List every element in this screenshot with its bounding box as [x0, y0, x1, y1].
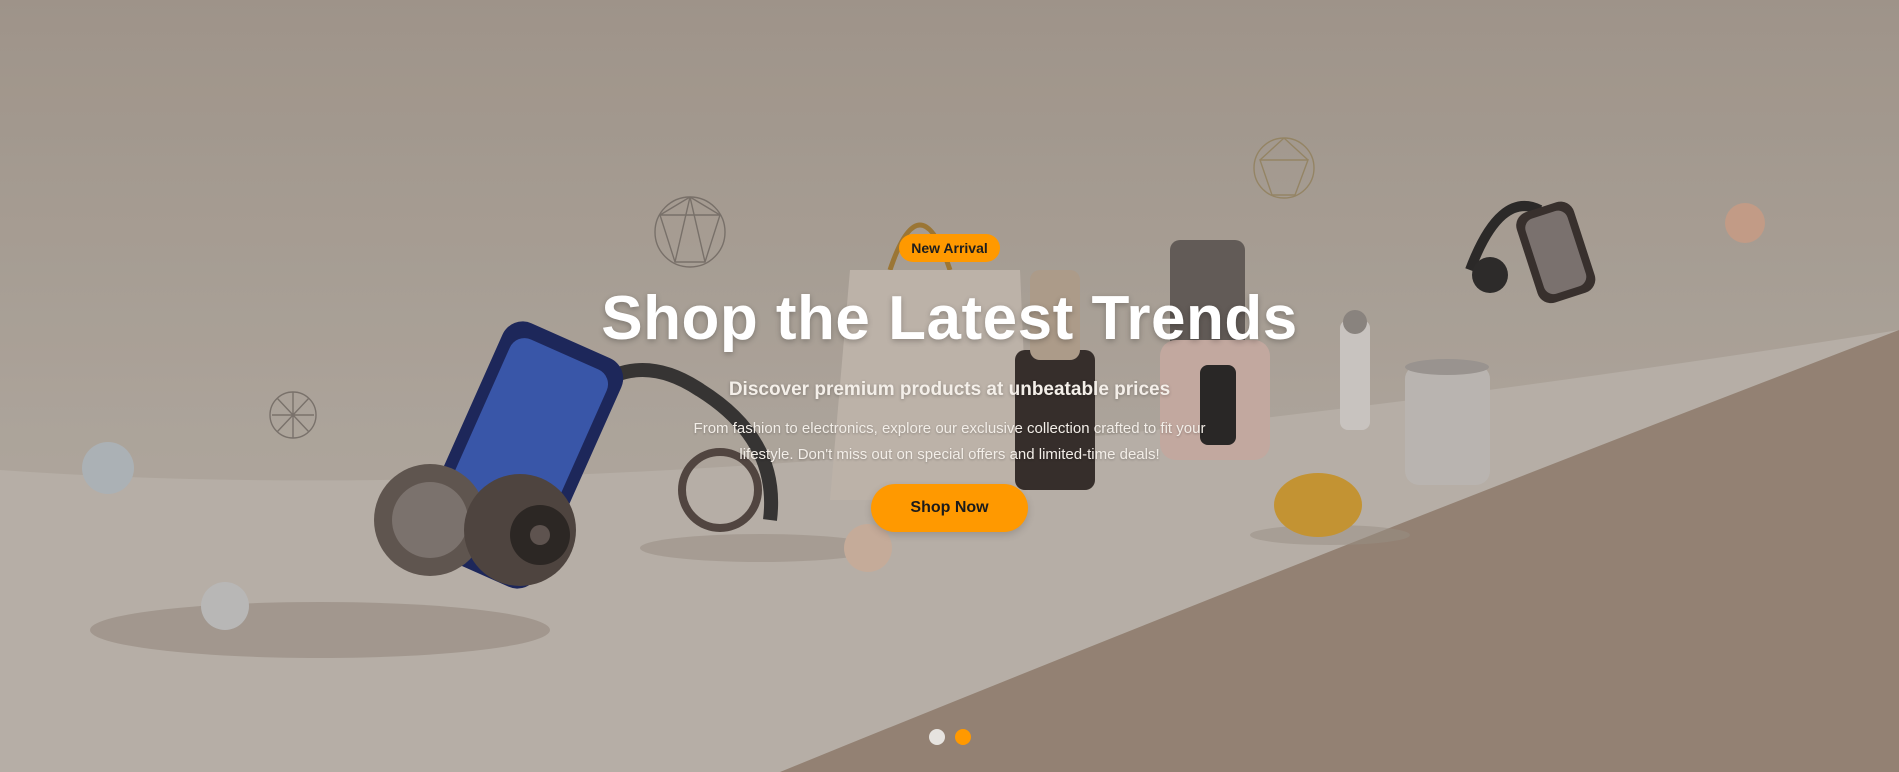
hero-banner: New Arrival Shop the Latest Trends Disco…	[0, 0, 1899, 772]
new-arrival-badge: New Arrival	[899, 234, 1000, 262]
hero-description: From fashion to electronics, explore our…	[693, 420, 1206, 463]
shop-now-button[interactable]: Shop Now	[871, 484, 1028, 532]
carousel-dots	[929, 729, 971, 745]
carousel-dot-2[interactable]	[955, 729, 971, 745]
carousel-dot-1[interactable]	[929, 729, 945, 745]
hero-subtitle: Discover premium products at unbeatable …	[728, 379, 1171, 400]
hero-content: New Arrival Shop the Latest Trends Disco…	[0, 234, 1899, 532]
hero-title: Shop the Latest Trends	[601, 284, 1298, 353]
